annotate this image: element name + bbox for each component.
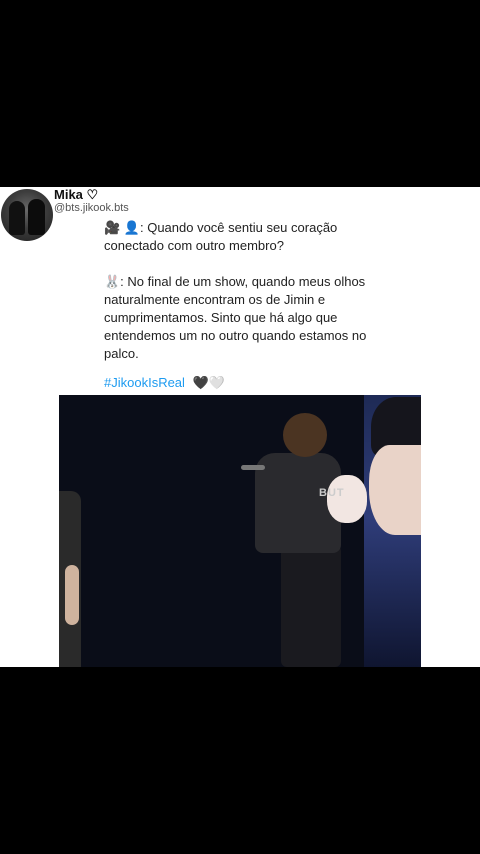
avatar-figure-right	[28, 199, 45, 235]
tweet-question: 🎥 👤: Quando você sentiu seu coração cone…	[104, 220, 338, 253]
performer-head	[283, 413, 327, 457]
screen-face	[369, 445, 421, 535]
user-handle[interactable]: @bts.jikook.bts	[54, 202, 129, 214]
hashtag-line: #JikookIsReal 🖤🤍	[104, 375, 225, 391]
shirt-logo: BUT	[319, 487, 345, 499]
tweet-card: Mika ♡ @bts.jikook.bts 🎥 👤: Quando você …	[0, 187, 480, 667]
microphone-icon	[241, 465, 265, 470]
username[interactable]: Mika ♡	[54, 187, 98, 203]
screen-hand	[327, 475, 367, 523]
tweet-text: 🎥 👤: Quando você sentiu seu coração cone…	[104, 219, 394, 381]
performer-legs	[281, 545, 341, 667]
avatar[interactable]	[1, 189, 53, 241]
tweet-photo[interactable]: BUT	[59, 395, 421, 667]
left-person-arm	[65, 565, 79, 625]
hashtag-link[interactable]: #JikookIsReal	[104, 375, 185, 390]
hearts-emoji: 🖤🤍	[192, 375, 225, 390]
avatar-figure-left	[9, 201, 25, 235]
tweet-answer: 🐰: No final de um show, quando meus olho…	[104, 274, 367, 361]
